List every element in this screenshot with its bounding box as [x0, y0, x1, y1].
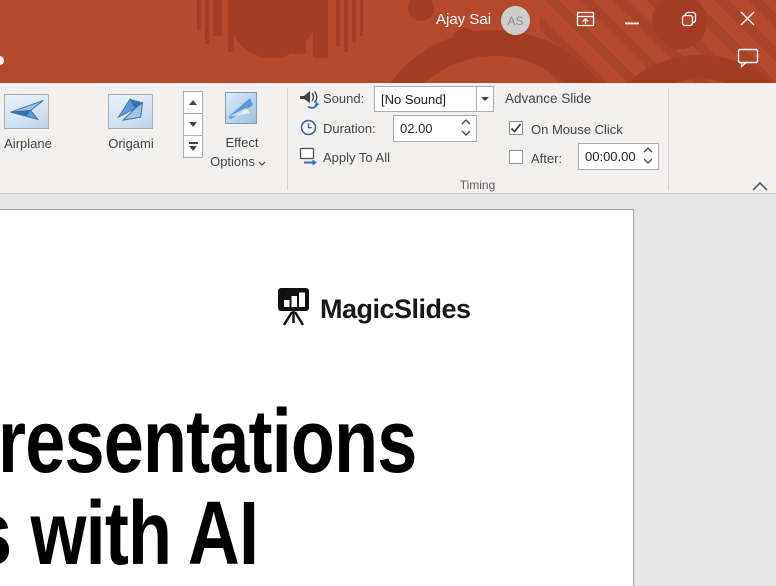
magicslides-logo-text: MagicSlides	[320, 294, 471, 324]
duration-label: Duration:	[323, 121, 376, 136]
dropdown-arrow-icon	[481, 97, 489, 101]
minimize-button[interactable]	[620, 10, 644, 32]
slide-title-line2[interactable]: s with AI	[0, 489, 259, 579]
duration-value: 02.00	[400, 121, 433, 136]
transition-origami-label: Origami	[108, 136, 154, 151]
down-arrow-icon	[189, 122, 197, 127]
timing-group-label: Timing	[459, 178, 496, 192]
minimize-icon	[625, 12, 639, 30]
sound-dropdown-value: [No Sound]	[381, 91, 447, 107]
slide-workspace: MagicSlides resentations s with AI	[0, 194, 776, 586]
duration-spinner[interactable]: 02.00	[393, 115, 477, 142]
magicslides-logo[interactable]: MagicSlides	[277, 287, 471, 332]
after-time-spinner[interactable]: 00:00.00	[578, 143, 659, 170]
advance-slide-heading: Advance Slide	[505, 91, 592, 106]
transition-airplane-button[interactable]	[4, 94, 49, 129]
comment-bubble-icon	[737, 48, 759, 73]
gallery-scroll-controls	[183, 91, 203, 158]
on-mouse-click-label[interactable]: On Mouse Click	[531, 122, 623, 137]
spinner-down-icon[interactable]	[642, 157, 654, 166]
restore-icon	[681, 11, 697, 32]
after-label[interactable]: After:	[531, 151, 562, 166]
effect-options-label-line1: Effect	[225, 135, 259, 150]
spinner-up-icon[interactable]	[460, 117, 472, 126]
close-icon	[740, 11, 755, 31]
sound-dropdown[interactable]: [No Sound]	[374, 86, 477, 112]
after-time-value: 00:00.00	[585, 149, 636, 164]
checkmark-icon	[510, 123, 522, 133]
avatar[interactable]: AS	[501, 6, 530, 35]
comments-button[interactable]	[735, 48, 761, 72]
after-checkbox[interactable]	[509, 150, 523, 164]
sound-icon	[299, 89, 321, 116]
chevron-down-icon	[258, 154, 266, 169]
group-divider	[287, 88, 288, 190]
collapse-ribbon-button[interactable]	[748, 177, 772, 194]
group-divider	[668, 88, 669, 190]
gallery-scroll-down-button[interactable]	[183, 113, 203, 136]
origami-transition-icon	[113, 95, 149, 129]
account-name[interactable]: Ajay Sai	[436, 11, 491, 28]
gallery-more-button[interactable]	[183, 135, 203, 158]
airplane-transition-icon	[7, 95, 47, 129]
restore-button[interactable]	[677, 10, 701, 32]
slide-canvas[interactable]: MagicSlides resentations s with AI	[0, 209, 634, 586]
sound-dropdown-arrow-button[interactable]	[476, 86, 494, 112]
down-arrow-icon	[189, 146, 197, 151]
spinner-down-icon[interactable]	[460, 129, 472, 138]
more-bar-icon	[188, 142, 198, 144]
slide-title-line1[interactable]: resentations	[0, 397, 417, 487]
magicslides-board-icon	[277, 287, 311, 332]
ribbon-display-options-icon	[576, 10, 595, 33]
duration-clock-icon	[300, 119, 317, 141]
sound-label: Sound:	[323, 91, 365, 106]
chevron-up-icon	[752, 181, 768, 191]
on-mouse-click-checkbox[interactable]	[509, 121, 523, 135]
spinner-up-icon[interactable]	[642, 145, 654, 154]
effect-options-label-line2: Options	[210, 154, 255, 169]
transition-origami-button[interactable]	[108, 94, 153, 129]
transition-airplane-label: Airplane	[4, 136, 52, 151]
close-button[interactable]	[734, 9, 760, 33]
effect-options-icon	[225, 92, 257, 129]
gallery-scroll-up-button[interactable]	[183, 91, 203, 114]
apply-to-all-button[interactable]: Apply To All	[323, 150, 390, 165]
title-bar: Ajay Sai AS	[0, 0, 776, 83]
apply-to-all-icon	[299, 147, 319, 171]
up-arrow-icon	[189, 100, 197, 105]
effect-options-button[interactable]: Effect Options	[210, 89, 273, 171]
ribbon-display-options-button[interactable]	[573, 10, 597, 32]
ribbon-transitions-tab: Airplane Origami Effect Options Sound: […	[0, 83, 776, 194]
